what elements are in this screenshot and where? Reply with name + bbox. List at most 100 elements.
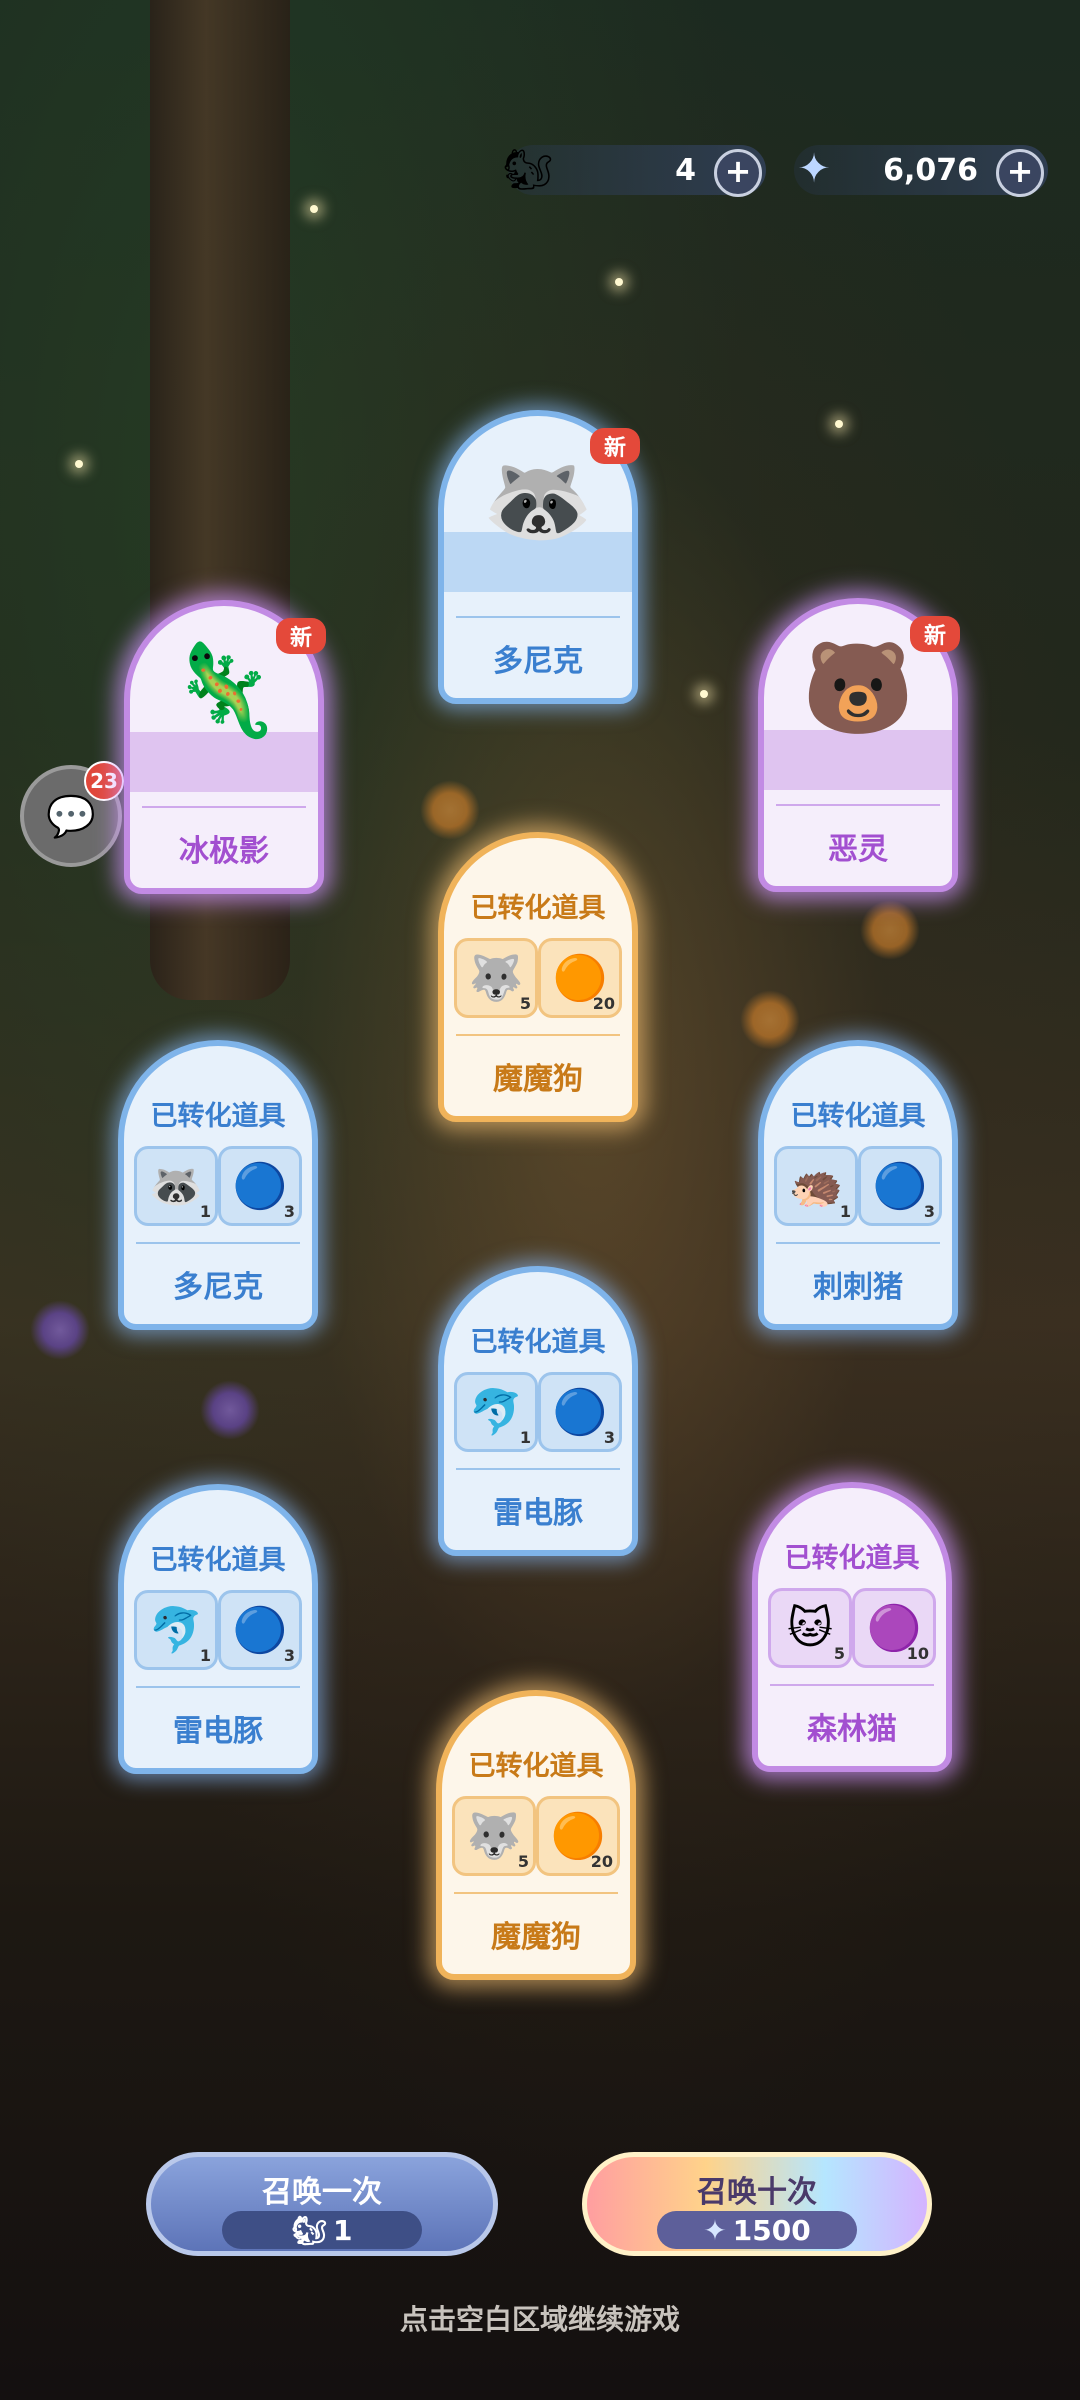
firefly bbox=[835, 420, 843, 428]
orb-item: 🔵 3 bbox=[538, 1372, 622, 1452]
converted-title: 已转化道具 bbox=[150, 1101, 286, 1132]
firefly bbox=[615, 278, 623, 286]
converted-items: 🐺 5 🟠 20 bbox=[452, 1796, 620, 1876]
converted-card[interactable]: 已转化道具 🦔 1 🔵 3 刺刺猪 bbox=[758, 1040, 958, 1330]
item-count: 3 bbox=[283, 1646, 295, 1665]
item-count: 5 bbox=[517, 1852, 529, 1871]
purple-flower bbox=[30, 1300, 90, 1360]
orb-item: 🟠 20 bbox=[538, 938, 622, 1018]
card-divider bbox=[770, 1684, 934, 1686]
squirrel-ticket-icon: 🐿 bbox=[502, 146, 554, 193]
pet-card-bingjiying[interactable]: 新 🦎 冰极影 bbox=[124, 600, 326, 894]
converted-items: 🐬 1 🔵 3 bbox=[134, 1590, 302, 1670]
orb-item: 🔵 3 bbox=[858, 1146, 942, 1226]
item-count: 5 bbox=[519, 994, 531, 1013]
pet-name: 多尼克 bbox=[173, 1270, 263, 1305]
pet-card-eling[interactable]: 新 🐻 恶灵 bbox=[758, 598, 960, 892]
orange-flower bbox=[420, 780, 480, 840]
converted-card[interactable]: 已转化道具 🐺 5 🟠 20 魔魔狗 bbox=[438, 832, 638, 1122]
summon-once-cost-value: 1 bbox=[333, 2213, 353, 2247]
item-count: 20 bbox=[592, 994, 615, 1013]
pet-fragment-item: 🐬 1 bbox=[134, 1590, 218, 1670]
pet-name: 魔魔狗 bbox=[491, 1920, 581, 1955]
converted-title: 已转化道具 bbox=[150, 1545, 286, 1576]
summon-once-button[interactable]: 召唤一次 🐿 1 bbox=[146, 2152, 498, 2256]
card-divider bbox=[456, 1468, 620, 1470]
pet-fragment-item: 🐬 1 bbox=[454, 1372, 538, 1452]
card-divider bbox=[454, 1892, 618, 1894]
item-count: 20 bbox=[590, 1852, 613, 1871]
orb-item: 🔵 3 bbox=[218, 1146, 302, 1226]
converted-card[interactable]: 已转化道具 🐺 5 🟠 20 魔魔狗 bbox=[436, 1690, 636, 1980]
summon-ten-label: 召唤十次 bbox=[697, 2175, 817, 2210]
orb-item: 🟠 20 bbox=[536, 1796, 620, 1876]
converted-card[interactable]: 已转化道具 🦝 1 🔵 3 多尼克 bbox=[118, 1040, 318, 1330]
card-divider bbox=[776, 1242, 940, 1244]
item-count: 1 bbox=[519, 1428, 531, 1447]
converted-items: 🐱 5 🟣 10 bbox=[768, 1588, 936, 1668]
pet-name: 雷电豚 bbox=[493, 1496, 583, 1531]
pet-fragment-item: 🐺 5 bbox=[454, 938, 538, 1018]
pet-card-donik[interactable]: 新 🦝 多尼克 bbox=[438, 410, 640, 704]
converted-card[interactable]: 已转化道具 🐬 1 🔵 3 雷电豚 bbox=[438, 1266, 638, 1556]
converted-title: 已转化道具 bbox=[468, 1751, 604, 1782]
converted-title: 已转化道具 bbox=[470, 1327, 606, 1358]
purple-flower bbox=[200, 1380, 260, 1440]
firefly bbox=[700, 690, 708, 698]
item-count: 3 bbox=[923, 1202, 935, 1221]
chat-unread-badge: 23 bbox=[84, 761, 124, 801]
pet-fragment-item: 🐺 5 bbox=[452, 1796, 536, 1876]
card-divider bbox=[456, 1034, 620, 1036]
converted-card[interactable]: 已转化道具 🐱 5 🟣 10 森林猫 bbox=[752, 1482, 952, 1772]
chat-button[interactable]: 💬 23 bbox=[20, 761, 124, 867]
summon-ten-button[interactable]: 召唤十次 ✦ 1500 bbox=[582, 2152, 932, 2256]
summon-once-label: 召唤一次 bbox=[262, 2175, 382, 2210]
item-count: 1 bbox=[199, 1202, 211, 1221]
converted-items: 🦝 1 🔵 3 bbox=[134, 1146, 302, 1226]
summon-once-cost: 🐿 1 bbox=[222, 2211, 422, 2249]
card-divider bbox=[136, 1242, 300, 1244]
star-crystal-icon: ✦ bbox=[797, 146, 831, 192]
pet-portrait: 🦝 bbox=[481, 448, 595, 553]
item-count: 3 bbox=[283, 1202, 295, 1221]
add-ticket-button[interactable]: + bbox=[714, 149, 762, 197]
pet-portrait: 🐻 bbox=[801, 636, 915, 741]
pet-portrait: 🦎 bbox=[167, 638, 281, 743]
orb-item: 🟣 10 bbox=[852, 1588, 936, 1668]
ticket-value: 4 bbox=[675, 153, 696, 188]
converted-card[interactable]: 已转化道具 🐬 1 🔵 3 雷电豚 bbox=[118, 1484, 318, 1774]
summon-ten-cost-value: 1500 bbox=[732, 2213, 811, 2247]
item-count: 1 bbox=[199, 1646, 211, 1665]
orb-item: 🔵 3 bbox=[218, 1590, 302, 1670]
pet-name: 雷电豚 bbox=[173, 1714, 263, 1749]
summon-ten-cost: ✦ 1500 bbox=[657, 2211, 857, 2249]
converted-title: 已转化道具 bbox=[784, 1543, 920, 1574]
converted-title: 已转化道具 bbox=[790, 1101, 926, 1132]
orange-flower bbox=[740, 990, 800, 1050]
crystal-value: 6,076 bbox=[883, 153, 978, 188]
pet-fragment-item: 🦝 1 bbox=[134, 1146, 218, 1226]
converted-title: 已转化道具 bbox=[470, 893, 606, 924]
pet-fragment-item: 🐱 5 bbox=[768, 1588, 852, 1668]
firefly bbox=[75, 460, 83, 468]
pet-name: 多尼克 bbox=[493, 644, 583, 679]
continue-hint[interactable]: 点击空白区域继续游戏 bbox=[0, 2298, 1080, 2338]
ticket-counter: 🐿 4 + bbox=[503, 145, 766, 197]
converted-items: 🐺 5 🟠 20 bbox=[454, 938, 622, 1018]
pet-name: 森林猫 bbox=[807, 1712, 897, 1747]
converted-items: 🦔 1 🔵 3 bbox=[774, 1146, 942, 1226]
star-crystal-icon: ✦ bbox=[703, 2213, 727, 2247]
card-divider bbox=[142, 806, 306, 808]
chat-bubble-icon: 💬 bbox=[46, 793, 96, 840]
pet-fragment-item: 🦔 1 bbox=[774, 1146, 858, 1226]
add-crystal-button[interactable]: + bbox=[996, 149, 1044, 197]
converted-items: 🐬 1 🔵 3 bbox=[454, 1372, 622, 1452]
item-count: 10 bbox=[906, 1644, 929, 1663]
card-divider bbox=[136, 1686, 300, 1688]
pet-name: 魔魔狗 bbox=[493, 1062, 583, 1097]
pet-name: 恶灵 bbox=[828, 832, 888, 867]
pet-name: 冰极影 bbox=[179, 834, 269, 869]
firefly bbox=[310, 205, 318, 213]
item-count: 5 bbox=[833, 1644, 845, 1663]
pet-name: 刺刺猪 bbox=[813, 1270, 903, 1305]
